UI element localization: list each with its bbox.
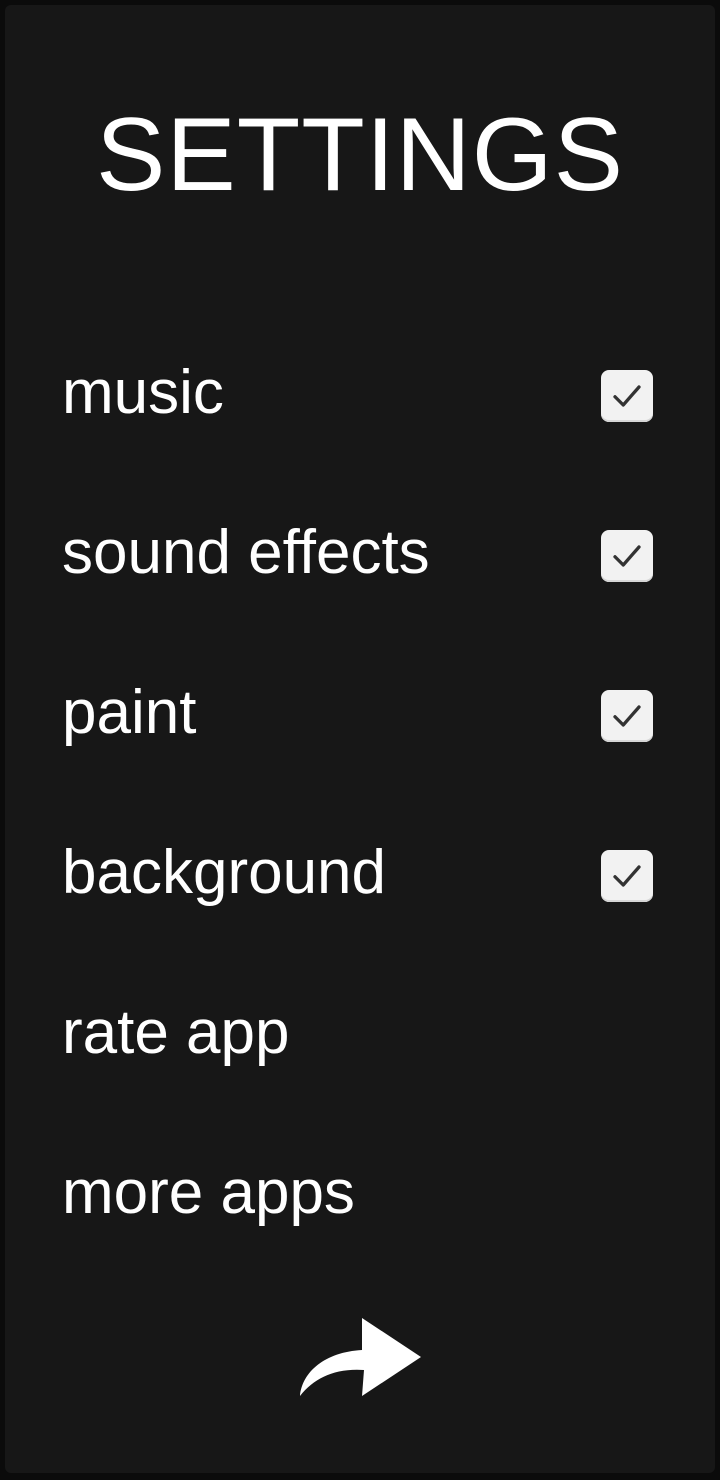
sound-effects-checkbox[interactable] — [601, 530, 653, 582]
checkmark-icon — [613, 705, 641, 727]
settings-screen: SETTINGS music sound effects paint backg… — [0, 0, 720, 1480]
back-button[interactable] — [290, 1310, 430, 1410]
rate-app-label: rate app — [62, 998, 290, 1067]
share-arrow-icon — [300, 1318, 421, 1396]
setting-row-music[interactable]: music — [0, 338, 720, 438]
paint-checkbox[interactable] — [601, 690, 653, 742]
more-apps-link[interactable]: more apps — [0, 1138, 720, 1238]
setting-label-paint: paint — [62, 678, 197, 747]
music-checkbox[interactable] — [601, 370, 653, 422]
background-checkbox[interactable] — [601, 850, 653, 902]
setting-label-sound-effects: sound effects — [62, 518, 430, 587]
checkmark-icon — [613, 865, 641, 887]
checkmark-icon — [613, 385, 641, 407]
setting-label-background: background — [62, 838, 387, 907]
setting-row-background[interactable]: background — [0, 818, 720, 918]
setting-row-sound-effects[interactable]: sound effects — [0, 498, 720, 598]
page-title: SETTINGS — [95, 97, 625, 213]
rate-app-link[interactable]: rate app — [0, 978, 720, 1078]
more-apps-label: more apps — [62, 1158, 355, 1227]
setting-row-paint[interactable]: paint — [0, 658, 720, 758]
setting-label-music: music — [62, 358, 224, 427]
checkmark-icon — [613, 545, 641, 567]
